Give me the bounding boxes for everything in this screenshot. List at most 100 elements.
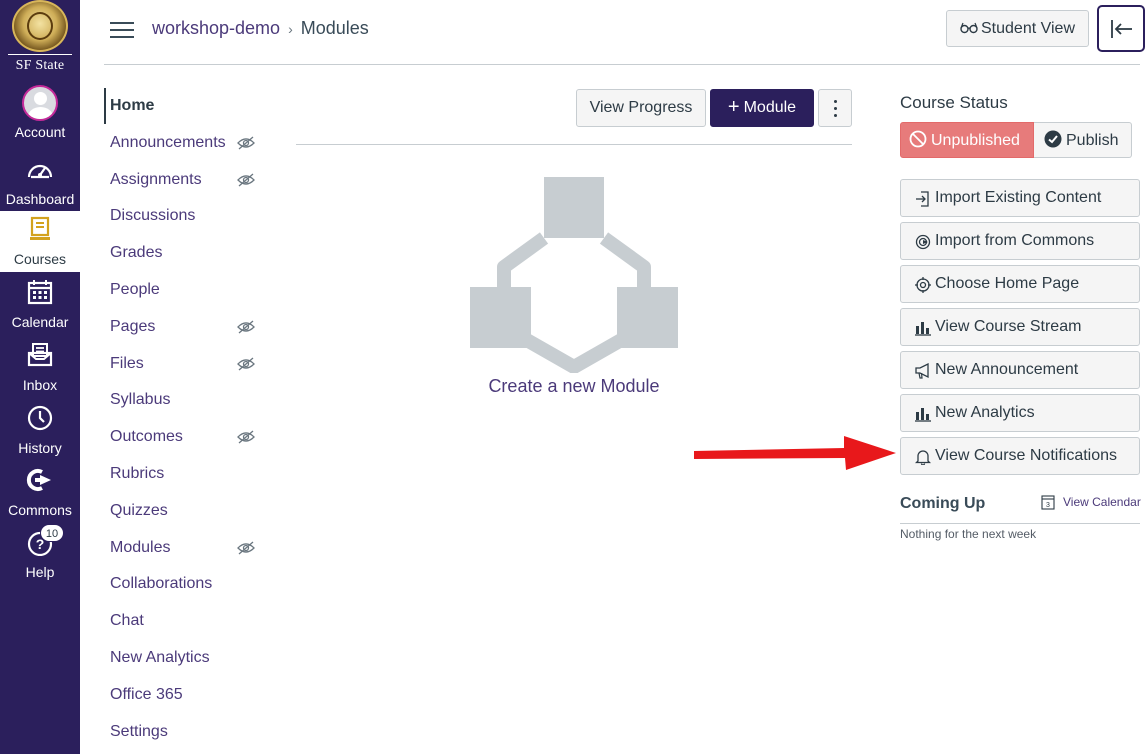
- course-nav-label: Modules: [110, 539, 171, 556]
- course-nav-label: Assignments: [110, 171, 202, 188]
- course-nav-new-analytics[interactable]: New Analytics: [104, 640, 264, 676]
- global-nav-help[interactable]: ? 10 Help: [0, 524, 80, 586]
- new-analytics-button[interactable]: New Analytics: [900, 394, 1140, 432]
- breadcrumb: workshop-demo › Modules: [152, 17, 369, 40]
- course-nav-office-365[interactable]: Office 365: [104, 677, 264, 713]
- side-button-label: View Course Stream: [935, 318, 1082, 335]
- course-nav-announcements[interactable]: Announcements: [104, 125, 264, 161]
- calendar-day-number: 3: [1046, 502, 1050, 509]
- global-navigation: SF State Account Dashboard Courses Calen…: [0, 0, 80, 754]
- course-nav-label: Collaborations: [110, 575, 213, 592]
- side-button-label: Import from Commons: [935, 232, 1095, 249]
- course-nav-pages[interactable]: Pages: [104, 309, 264, 345]
- kebab-dot: [834, 100, 837, 103]
- view-progress-button[interactable]: View Progress: [576, 89, 706, 127]
- collapse-arrow-icon: [1111, 20, 1132, 38]
- create-module-link[interactable]: Create a new Module: [464, 376, 684, 397]
- avatar: [22, 85, 58, 121]
- bell-icon: [915, 450, 931, 465]
- course-nav-label: Rubrics: [110, 465, 165, 482]
- breadcrumb-current: Modules: [300, 18, 369, 38]
- more-options-button[interactable]: [818, 89, 852, 127]
- course-nav-outcomes[interactable]: Outcomes: [104, 419, 264, 455]
- import-from-commons-button[interactable]: Import from Commons: [900, 222, 1140, 260]
- course-nav-quizzes[interactable]: Quizzes: [104, 493, 264, 529]
- course-nav-files[interactable]: Files: [104, 346, 264, 382]
- add-module-label: Module: [743, 99, 797, 116]
- dashboard-icon: [27, 164, 53, 179]
- check-circle-icon: [1044, 130, 1062, 148]
- global-nav-label: Commons: [8, 502, 72, 518]
- side-button-label: New Analytics: [935, 404, 1035, 421]
- kebab-dot: [834, 114, 837, 117]
- hidden-eye-icon: [237, 320, 255, 334]
- global-nav-history[interactable]: History: [0, 400, 80, 462]
- course-nav-chat[interactable]: Chat: [104, 603, 264, 639]
- hidden-eye-icon: [237, 541, 255, 555]
- collapse-sidebar-button[interactable]: [1097, 5, 1145, 52]
- course-nav-settings[interactable]: Settings: [104, 714, 264, 750]
- global-nav-calendar[interactable]: Calendar: [0, 274, 80, 336]
- course-nav-assignments[interactable]: Assignments: [104, 162, 264, 198]
- kebab-dot: [834, 107, 837, 110]
- course-nav-label: New Analytics: [110, 649, 210, 666]
- target-icon: [915, 277, 931, 293]
- inbox-icon: [27, 343, 53, 367]
- global-nav-label: History: [18, 440, 62, 456]
- view-course-notifications-button[interactable]: View Course Notifications: [900, 437, 1140, 475]
- coming-up-divider: [900, 523, 1140, 524]
- add-module-button[interactable]: + Module: [710, 89, 814, 127]
- course-nav-collaborations[interactable]: Collaborations: [104, 566, 264, 602]
- sf-state-logo[interactable]: SF State: [0, 0, 80, 78]
- coming-up-heading: Coming Up: [900, 495, 986, 512]
- red-pointer-arrow-icon: [694, 436, 896, 470]
- course-nav-label: Quizzes: [110, 502, 168, 519]
- course-nav-rubrics[interactable]: Rubrics: [104, 456, 264, 492]
- course-nav-label: Settings: [110, 723, 168, 740]
- unpublished-button[interactable]: Unpublished: [900, 122, 1034, 158]
- bar-chart-icon: [915, 322, 931, 336]
- global-nav-dashboard[interactable]: Dashboard: [0, 151, 80, 213]
- course-nav-label: Files: [110, 355, 144, 372]
- course-nav-label: Pages: [110, 318, 156, 335]
- global-nav-courses[interactable]: Courses: [0, 211, 80, 272]
- breadcrumb-separator-icon: ›: [288, 21, 293, 37]
- course-nav-label: Grades: [110, 244, 163, 261]
- course-nav-discussions[interactable]: Discussions: [104, 198, 264, 234]
- global-nav-label: Account: [14, 124, 66, 140]
- student-view-button[interactable]: Student View: [946, 10, 1089, 47]
- side-button-label: Choose Home Page: [935, 275, 1080, 292]
- course-menu-toggle-button[interactable]: [110, 21, 134, 39]
- global-nav-account[interactable]: Account: [0, 83, 80, 145]
- course-nav-grades[interactable]: Grades: [104, 235, 264, 271]
- course-nav-label: Chat: [110, 612, 144, 629]
- hidden-eye-icon: [237, 357, 255, 371]
- course-nav-home[interactable]: Home: [104, 88, 264, 124]
- course-nav-label: Discussions: [110, 207, 196, 224]
- course-status-heading: Course Status: [900, 93, 1008, 112]
- view-course-stream-button[interactable]: View Course Stream: [900, 308, 1140, 346]
- course-nav-people[interactable]: People: [104, 272, 264, 308]
- global-nav-inbox[interactable]: Inbox: [0, 337, 80, 399]
- coming-up-empty-message: Nothing for the next week: [900, 527, 1037, 541]
- breadcrumb-course-link[interactable]: workshop-demo: [152, 18, 280, 38]
- view-calendar-label: View Calendar: [1063, 495, 1141, 509]
- choose-home-page-button[interactable]: Choose Home Page: [900, 265, 1140, 303]
- toolbar-divider: [296, 144, 852, 145]
- global-nav-commons[interactable]: Commons: [0, 462, 80, 524]
- global-nav-label: Calendar: [11, 314, 69, 330]
- course-nav-label: Syllabus: [110, 391, 171, 408]
- new-announcement-button[interactable]: New Announcement: [900, 351, 1140, 389]
- global-nav-label: Inbox: [22, 377, 58, 393]
- commons-icon: [26, 469, 51, 491]
- course-nav-label: Office 365: [110, 686, 183, 703]
- course-nav-syllabus[interactable]: Syllabus: [104, 382, 264, 418]
- glasses-icon: [960, 22, 978, 33]
- logo-wordmark: SF State: [8, 54, 72, 76]
- megaphone-icon: [915, 363, 929, 379]
- course-nav-modules[interactable]: Modules: [104, 530, 264, 566]
- import-existing-content-button[interactable]: Import Existing Content: [900, 179, 1140, 217]
- publish-button[interactable]: Publish: [1034, 122, 1132, 158]
- publish-label: Publish: [1066, 132, 1119, 149]
- course-nav-label: Announcements: [110, 134, 226, 151]
